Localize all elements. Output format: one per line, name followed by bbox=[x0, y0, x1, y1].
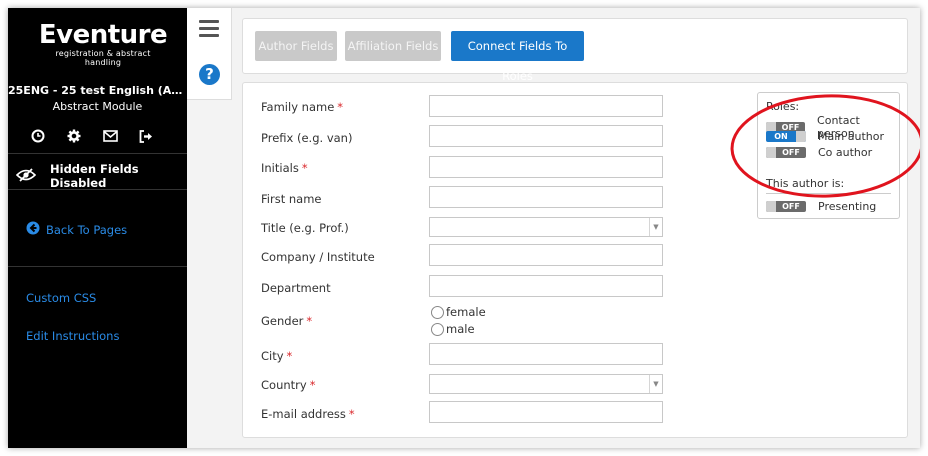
radio-label: female bbox=[446, 305, 486, 319]
role-label: Presenting bbox=[818, 200, 877, 213]
help-icon[interactable]: ? bbox=[199, 64, 220, 85]
eye-slash-icon bbox=[15, 167, 37, 185]
role-label: Co author bbox=[818, 146, 873, 159]
hidden-fields-label: Hidden Fields Disabled bbox=[50, 162, 139, 190]
required-marker: * bbox=[286, 349, 293, 363]
field-label-title: Title (e.g. Prof.) bbox=[261, 221, 349, 235]
form-panel: Family name * Prefix (e.g. van) Initials *… bbox=[242, 82, 908, 438]
sidebar: Eventure registration & abstract handlin… bbox=[8, 8, 187, 448]
city-input[interactable] bbox=[429, 343, 663, 365]
envelope-icon[interactable] bbox=[102, 128, 118, 144]
field-label-initials: Initials * bbox=[261, 161, 308, 175]
sidebar-icon-row bbox=[30, 128, 154, 144]
presenting-toggle[interactable]: OFF bbox=[766, 201, 806, 212]
company-input[interactable] bbox=[429, 244, 663, 266]
logo: Eventure registration & abstract handlin… bbox=[38, 22, 168, 67]
custom-css-link[interactable]: Custom CSS bbox=[26, 291, 96, 305]
co-author-toggle[interactable]: OFF bbox=[766, 147, 806, 158]
required-marker: * bbox=[337, 100, 344, 114]
field-label-company: Company / Institute bbox=[261, 250, 375, 264]
caret-down-icon: ▼ bbox=[649, 218, 662, 236]
caret-down-icon: ▼ bbox=[649, 375, 662, 393]
role-row-co-author: OFF Co author bbox=[766, 146, 872, 159]
arrow-circle-left-icon bbox=[26, 221, 40, 238]
tab-connect-fields-to-roles[interactable]: Connect Fields To Roles bbox=[451, 31, 584, 83]
back-to-pages-link[interactable]: Back To Pages bbox=[26, 221, 127, 238]
prefix-input[interactable] bbox=[429, 125, 663, 147]
gender-option-female[interactable]: female bbox=[431, 305, 486, 319]
tab-author-fields[interactable]: Author Fields bbox=[255, 31, 337, 61]
field-label-country: Country * bbox=[261, 378, 316, 392]
gear-icon[interactable] bbox=[66, 128, 82, 144]
role-label: Main author bbox=[818, 130, 885, 143]
title-select[interactable]: ▼ bbox=[429, 217, 663, 237]
roles-box: Roles: OFF Contact person ON Main author… bbox=[757, 92, 900, 219]
email-input[interactable] bbox=[429, 401, 663, 423]
tab-affiliation-fields[interactable]: Affiliation Fields bbox=[345, 31, 441, 61]
tab-panel: Author Fields Affiliation Fields Connect… bbox=[242, 18, 908, 83]
module-label: Abstract Module bbox=[52, 100, 143, 113]
gender-option-male[interactable]: male bbox=[431, 322, 475, 336]
sidebar-divider bbox=[8, 189, 187, 190]
this-author-label: This author is: bbox=[766, 177, 845, 190]
radio-label: male bbox=[446, 322, 475, 336]
hamburger-menu-icon[interactable] bbox=[199, 20, 219, 37]
edit-instructions-link[interactable]: Edit Instructions bbox=[26, 329, 119, 343]
required-marker: * bbox=[301, 161, 308, 175]
family-name-input[interactable] bbox=[429, 95, 663, 117]
sidebar-divider bbox=[8, 266, 187, 267]
department-input[interactable] bbox=[429, 275, 663, 297]
roles-divider bbox=[766, 193, 891, 194]
first-name-input[interactable] bbox=[429, 186, 663, 208]
required-marker: * bbox=[309, 378, 316, 392]
radio-button[interactable] bbox=[431, 322, 444, 336]
country-select[interactable]: ▼ bbox=[429, 374, 663, 394]
field-label-email: E-mail address * bbox=[261, 407, 355, 421]
sign-out-icon[interactable] bbox=[138, 128, 154, 144]
clock-icon[interactable] bbox=[30, 128, 46, 144]
hidden-fields-toggle[interactable]: Hidden Fields Disabled bbox=[15, 162, 186, 190]
field-label-department: Department bbox=[261, 281, 331, 295]
logo-name: Eventure bbox=[38, 20, 168, 50]
field-label-prefix: Prefix (e.g. van) bbox=[261, 131, 353, 145]
field-label-family-name: Family name * bbox=[261, 100, 344, 114]
app-frame: Eventure registration & abstract handlin… bbox=[8, 8, 920, 448]
field-label-gender: Gender * bbox=[261, 314, 313, 328]
event-title: 25ENG - 25 test English (Abstracts... bbox=[8, 84, 187, 97]
back-to-pages-label: Back To Pages bbox=[46, 222, 128, 237]
role-row-main-author: ON Main author bbox=[766, 130, 884, 143]
initials-input[interactable] bbox=[429, 156, 663, 178]
tool-column: ? bbox=[187, 8, 232, 100]
radio-button[interactable] bbox=[431, 305, 444, 319]
logo-tagline: registration & abstract handling bbox=[55, 49, 151, 67]
required-marker: * bbox=[306, 314, 313, 328]
role-row-presenting: OFF Presenting bbox=[766, 200, 876, 213]
main-author-toggle[interactable]: ON bbox=[766, 131, 806, 142]
sidebar-divider bbox=[8, 153, 187, 154]
field-label-first-name: First name bbox=[261, 192, 322, 206]
roles-title: Roles: bbox=[766, 100, 800, 113]
required-marker: * bbox=[348, 407, 355, 421]
field-label-city: City * bbox=[261, 349, 293, 363]
